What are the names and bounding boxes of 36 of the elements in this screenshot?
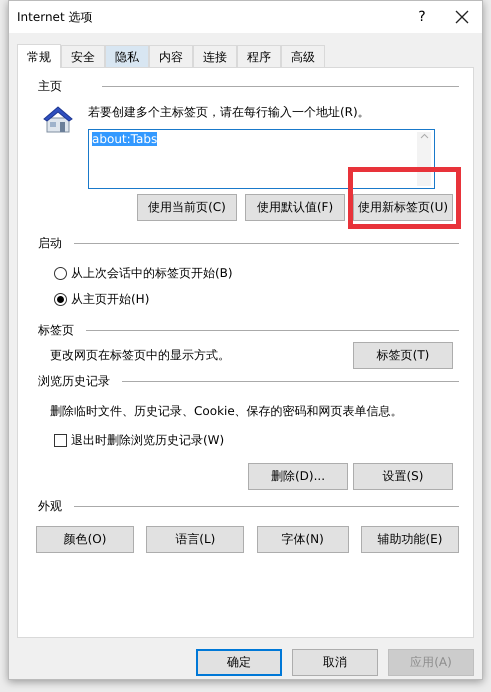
- tab[interactable]: 内容: [149, 45, 193, 67]
- dialog-button[interactable]: 确定: [196, 649, 282, 676]
- tab[interactable]: 连接: [193, 45, 237, 67]
- section-heading: 启动: [38, 234, 62, 252]
- section-heading: 浏览历史记录: [38, 372, 110, 390]
- checkbox[interactable]: [54, 434, 67, 447]
- home-page-button[interactable]: 使用默认值(F): [245, 194, 345, 221]
- tab[interactable]: 程序: [237, 45, 281, 67]
- appearance-button[interactable]: 语言(L): [146, 526, 244, 553]
- radio-button[interactable]: [54, 267, 67, 280]
- instruction-text: 若要创建多个主标签页，请在每行输入一个地址(R)。: [88, 104, 371, 121]
- tab[interactable]: 常规: [17, 44, 61, 68]
- section-heading: 主页: [38, 78, 62, 94]
- help-button[interactable]: ?: [402, 9, 442, 25]
- description-text: 删除临时文件、历史记录、Cookie、保存的密码和网页表单信息。: [49, 403, 404, 420]
- history-button[interactable]: 删除(D)...: [248, 463, 348, 490]
- appearance-button[interactable]: 辅助功能(E): [360, 526, 459, 553]
- history-button[interactable]: 设置(S): [353, 463, 453, 490]
- appearance-button[interactable]: 颜色(O): [36, 526, 134, 553]
- section-heading: 标签页: [38, 322, 74, 338]
- tab[interactable]: 安全: [61, 45, 105, 67]
- section-heading: 外观: [38, 498, 62, 514]
- appearance-button[interactable]: 字体(N): [256, 526, 349, 553]
- window-title: Internet 选项: [17, 8, 94, 26]
- home-page-button[interactable]: 使用当前页(C): [137, 194, 237, 221]
- radio-button[interactable]: [54, 293, 67, 306]
- description-text: 更改网页在标签页中的显示方式。: [50, 347, 230, 364]
- tab[interactable]: 隐私: [105, 45, 149, 67]
- radio-label[interactable]: 从上次会话中的标签页开始(B): [71, 265, 233, 282]
- tab[interactable]: 高级: [281, 45, 325, 67]
- home-page-button[interactable]: 使用新标签页(U): [353, 194, 453, 221]
- tabs-button[interactable]: 标签页(T): [353, 342, 453, 369]
- dialog-button[interactable]: 取消: [292, 649, 378, 676]
- radio-label[interactable]: 从主页开始(H): [71, 291, 150, 308]
- house-icon: [42, 104, 74, 134]
- checkbox-label[interactable]: 退出时删除浏览历史记录(W): [71, 432, 224, 449]
